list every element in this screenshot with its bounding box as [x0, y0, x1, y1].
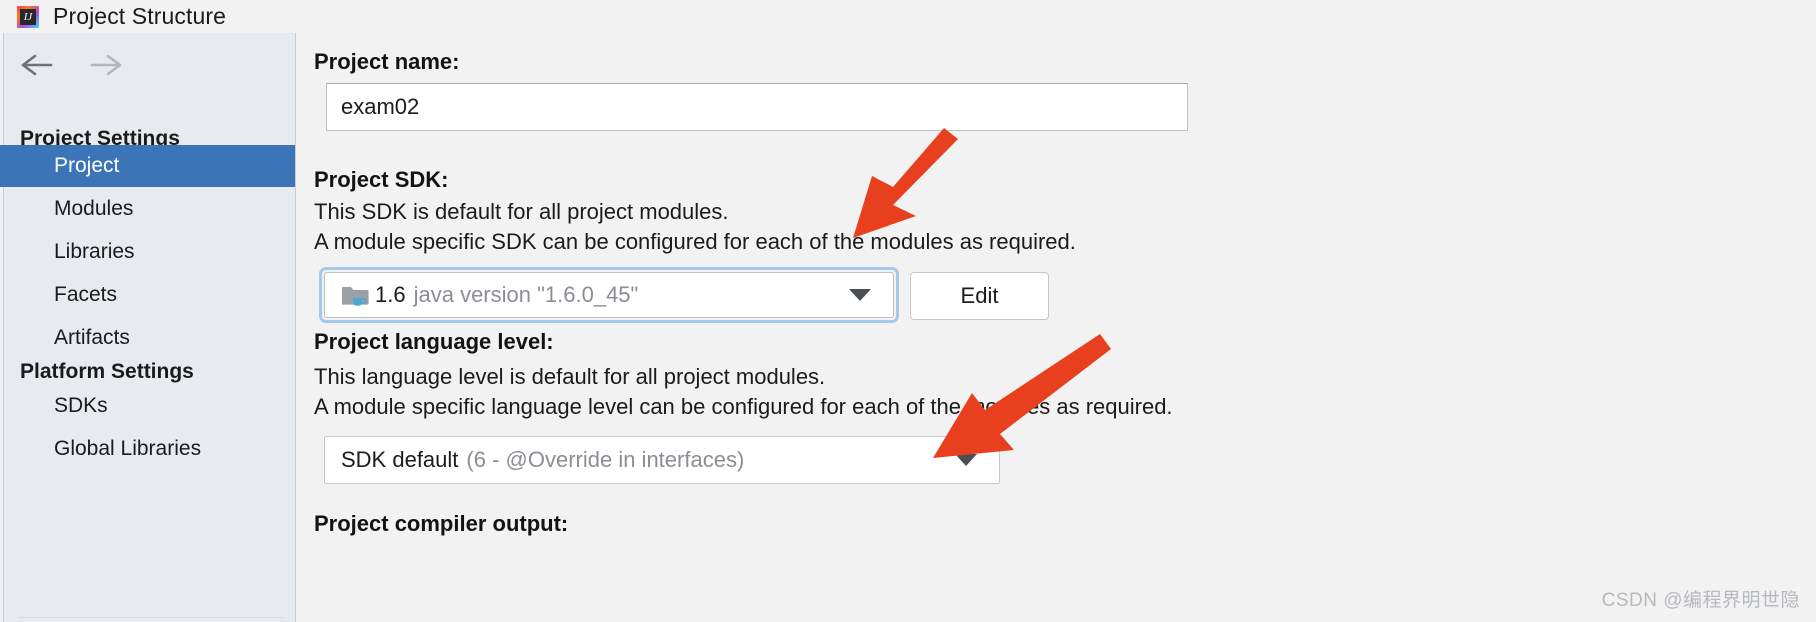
project-language-level-value-primary: SDK default: [341, 447, 459, 472]
sidebar-item-project[interactable]: Project: [4, 145, 295, 187]
project-language-level-description-line-2: A module specific language level can be …: [314, 394, 1173, 419]
settings-sidebar: Project Settings Project Modules Librari…: [4, 33, 296, 622]
sidebar-item-sdks[interactable]: SDKs: [4, 385, 295, 427]
sidebar-divider: [18, 617, 284, 618]
project-name-input[interactable]: exam02: [326, 83, 1188, 131]
sidebar-item-global-libraries[interactable]: Global Libraries: [4, 428, 295, 470]
project-sdk-description-line-2: A module specific SDK can be configured …: [314, 229, 1076, 254]
project-sdk-label: Project SDK:: [314, 167, 449, 192]
window-titlebar: IJ Project Structure: [0, 0, 1816, 33]
sidebar-item-artifacts[interactable]: Artifacts: [4, 317, 295, 359]
edit-sdk-button[interactable]: Edit: [910, 272, 1049, 320]
sidebar-item-libraries[interactable]: Libraries: [4, 231, 295, 273]
java-sdk-folder-icon: [341, 282, 371, 308]
sidebar-item-facets[interactable]: Facets: [4, 274, 295, 316]
project-compiler-output-label: Project compiler output:: [314, 511, 569, 536]
sidebar-heading-platform-settings: Platform Settings: [20, 360, 194, 383]
project-structure-dialog: IJ Project Structure Project Settings Pr…: [0, 0, 1816, 622]
project-settings-panel: Project name: exam02 Project SDK: This S…: [297, 33, 1816, 622]
project-sdk-combobox[interactable]: 1.6 java version "1.6.0_45": [319, 267, 899, 323]
sidebar-item-modules[interactable]: Modules: [4, 188, 295, 230]
project-sdk-value-detail: java version "1.6.0_45": [413, 282, 639, 307]
project-sdk-value-version: 1.6: [375, 282, 406, 307]
window-title: Project Structure: [53, 3, 226, 29]
arrow-right-icon[interactable]: [89, 50, 123, 80]
arrow-left-icon[interactable]: [20, 50, 54, 80]
chevron-down-icon[interactable]: [849, 289, 871, 301]
chevron-down-icon[interactable]: [955, 454, 977, 466]
csdn-watermark: CSDN @编程界明世隐: [1601, 590, 1800, 611]
intellij-idea-icon: IJ: [17, 5, 39, 28]
project-language-level-combobox[interactable]: SDK default (6 - @Override in interfaces…: [324, 436, 1000, 484]
sidebar-navigation: [20, 50, 123, 80]
project-language-level-value-detail: (6 - @Override in interfaces): [466, 447, 745, 472]
project-name-label: Project name:: [314, 49, 460, 74]
project-language-level-label: Project language level:: [314, 329, 554, 354]
project-sdk-description-line-1: This SDK is default for all project modu…: [314, 199, 729, 224]
project-language-level-description-line-1: This language level is default for all p…: [314, 364, 826, 389]
